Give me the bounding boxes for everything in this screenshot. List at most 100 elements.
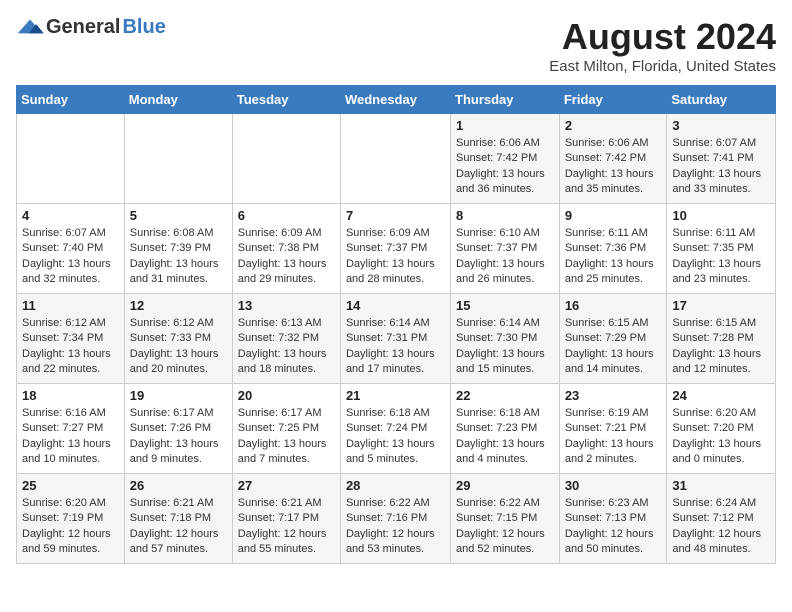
calendar-cell: 31Sunrise: 6:24 AMSunset: 7:12 PMDayligh…	[667, 474, 776, 564]
day-number: 25	[22, 478, 119, 493]
calendar-cell	[17, 114, 125, 204]
calendar-cell: 20 Sunrise: 6:17 AMSunset: 7:25 PMDayligh…	[232, 384, 340, 474]
day-number: 20	[238, 388, 335, 403]
day-info: Sunrise: 6:16 AMSunset: 7:27 PMDaylight:…	[22, 406, 119, 468]
day-number: 26	[130, 478, 227, 493]
day-info: Sunrise: 6:12 AMSunset: 7:34 PMDaylight:…	[22, 316, 119, 378]
day-info: Sunrise: 6:22 AMSunset: 7:15 PMDaylight:…	[456, 496, 554, 558]
logo-icon	[16, 18, 44, 38]
calendar-cell: 4 Sunrise: 6:07 AMSunset: 7:40 PMDaylight…	[17, 204, 125, 294]
day-info: Sunrise: 6:21 AMSunset: 7:18 PMDaylight:…	[130, 496, 227, 558]
day-info: Sunrise: 6:19 AMSunset: 7:21 PMDaylight:…	[565, 406, 662, 468]
day-number: 16	[565, 298, 662, 313]
calendar-cell: 29 Sunrise: 6:22 AMSunset: 7:15 PMDayligh…	[451, 474, 560, 564]
day-number: 14	[346, 298, 445, 313]
calendar-subtitle: East Milton, Florida, United States	[549, 58, 776, 75]
day-number: 23	[565, 388, 662, 403]
calendar-cell	[124, 114, 232, 204]
day-number: 11	[22, 298, 119, 313]
calendar-cell: 25 Sunrise: 6:20 AMSunset: 7:19 PMDayligh…	[17, 474, 125, 564]
day-number: 15	[456, 298, 554, 313]
calendar-cell: 26 Sunrise: 6:21 AMSunset: 7:18 PMDayligh…	[124, 474, 232, 564]
calendar-cell: 1Sunrise: 6:06 AMSunset: 7:42 PMDaylight…	[451, 114, 560, 204]
day-number: 7	[346, 208, 445, 223]
day-header-saturday: Saturday	[667, 86, 776, 114]
calendar-cell	[232, 114, 340, 204]
day-header-tuesday: Tuesday	[232, 86, 340, 114]
header: GeneralBlue August 2024 East Milton, Flo…	[16, 16, 776, 75]
calendar-cell: 15Sunrise: 6:14 AMSunset: 7:30 PMDayligh…	[451, 294, 560, 384]
day-info: Sunrise: 6:18 AMSunset: 7:23 PMDaylight:…	[456, 406, 554, 468]
logo-blue: Blue	[122, 16, 165, 39]
day-header-monday: Monday	[124, 86, 232, 114]
calendar-cell: 3 Sunrise: 6:07 AMSunset: 7:41 PMDaylight…	[667, 114, 776, 204]
calendar-cell: 6Sunrise: 6:09 AMSunset: 7:38 PMDaylight…	[232, 204, 340, 294]
day-number: 12	[130, 298, 227, 313]
calendar-cell: 22 Sunrise: 6:18 AMSunset: 7:23 PMDayligh…	[451, 384, 560, 474]
calendar-week-row: 18Sunrise: 6:16 AMSunset: 7:27 PMDayligh…	[17, 384, 776, 474]
day-info: Sunrise: 6:09 AMSunset: 7:37 PMDaylight:…	[346, 226, 445, 288]
day-info: Sunrise: 6:14 AMSunset: 7:31 PMDaylight:…	[346, 316, 445, 378]
calendar-table: SundayMondayTuesdayWednesdayThursdayFrid…	[16, 85, 776, 564]
calendar-week-row: 1 Sunrise: 6:06 AMSunset: 7:42 PMDaylight…	[17, 114, 776, 204]
day-info: Sunrise: 6:07 AMSunset: 7:41 PMDaylight:…	[672, 136, 770, 198]
day-number: 1	[456, 118, 554, 133]
day-info: Sunrise: 6:12 AMSunset: 7:33 PMDaylight:…	[130, 316, 227, 378]
calendar-cell: 12 Sunrise: 6:12 AMSunset: 7:33 PMDayligh…	[124, 294, 232, 384]
day-info: Sunrise: 6:21 AMSunset: 7:17 PMDaylight:…	[238, 496, 335, 558]
calendar-title: August 2024	[549, 16, 776, 58]
day-info: Sunrise: 6:24 AMSunset: 7:12 PMDaylight:…	[672, 496, 770, 558]
day-number: 3	[672, 118, 770, 133]
day-header-sunday: Sunday	[17, 86, 125, 114]
day-info: Sunrise: 6:20 AMSunset: 7:20 PMDaylight:…	[672, 406, 770, 468]
day-info: Sunrise: 6:08 AMSunset: 7:39 PMDaylight:…	[130, 226, 227, 288]
calendar-cell: 27 Sunrise: 6:21 AMSunset: 7:17 PMDayligh…	[232, 474, 340, 564]
calendar-cell	[340, 114, 450, 204]
calendar-cell: 19 Sunrise: 6:17 AMSunset: 7:26 PMDayligh…	[124, 384, 232, 474]
calendar-cell: 21 Sunrise: 6:18 AMSunset: 7:24 PMDayligh…	[340, 384, 450, 474]
day-header-wednesday: Wednesday	[340, 86, 450, 114]
day-number: 27	[238, 478, 335, 493]
day-number: 5	[130, 208, 227, 223]
day-number: 8	[456, 208, 554, 223]
day-info: Sunrise: 6:07 AMSunset: 7:40 PMDaylight:…	[22, 226, 119, 288]
calendar-header-row: SundayMondayTuesdayWednesdayThursdayFrid…	[17, 86, 776, 114]
calendar-cell: 7 Sunrise: 6:09 AMSunset: 7:37 PMDaylight…	[340, 204, 450, 294]
day-number: 29	[456, 478, 554, 493]
calendar-cell: 8 Sunrise: 6:10 AMSunset: 7:37 PMDaylight…	[451, 204, 560, 294]
calendar-cell: 11 Sunrise: 6:12 AMSunset: 7:34 PMDayligh…	[17, 294, 125, 384]
day-number: 19	[130, 388, 227, 403]
logo: GeneralBlue	[16, 16, 166, 39]
logo-general: General	[46, 16, 120, 39]
day-number: 17	[672, 298, 770, 313]
day-number: 28	[346, 478, 445, 493]
day-number: 4	[22, 208, 119, 223]
day-info: Sunrise: 6:11 AMSunset: 7:36 PMDaylight:…	[565, 226, 662, 288]
calendar-cell: 28Sunrise: 6:22 AMSunset: 7:16 PMDayligh…	[340, 474, 450, 564]
calendar-week-row: 25 Sunrise: 6:20 AMSunset: 7:19 PMDayligh…	[17, 474, 776, 564]
day-info: Sunrise: 6:06 AMSunset: 7:42 PMDaylight:…	[565, 136, 662, 198]
day-info: Sunrise: 6:20 AMSunset: 7:19 PMDaylight:…	[22, 496, 119, 558]
calendar-week-row: 11 Sunrise: 6:12 AMSunset: 7:34 PMDayligh…	[17, 294, 776, 384]
calendar-week-row: 4 Sunrise: 6:07 AMSunset: 7:40 PMDaylight…	[17, 204, 776, 294]
calendar-cell: 30Sunrise: 6:23 AMSunset: 7:13 PMDayligh…	[559, 474, 667, 564]
calendar-cell: 24Sunrise: 6:20 AMSunset: 7:20 PMDayligh…	[667, 384, 776, 474]
title-area: August 2024 East Milton, Florida, United…	[549, 16, 776, 75]
day-number: 22	[456, 388, 554, 403]
day-info: Sunrise: 6:09 AMSunset: 7:38 PMDaylight:…	[238, 226, 335, 288]
day-info: Sunrise: 6:11 AMSunset: 7:35 PMDaylight:…	[672, 226, 770, 288]
day-info: Sunrise: 6:17 AMSunset: 7:25 PMDaylight:…	[238, 406, 335, 468]
day-info: Sunrise: 6:18 AMSunset: 7:24 PMDaylight:…	[346, 406, 445, 468]
calendar-cell: 10Sunrise: 6:11 AMSunset: 7:35 PMDayligh…	[667, 204, 776, 294]
day-number: 21	[346, 388, 445, 403]
day-info: Sunrise: 6:15 AMSunset: 7:29 PMDaylight:…	[565, 316, 662, 378]
calendar-body: 1 Sunrise: 6:06 AMSunset: 7:42 PMDaylight…	[17, 114, 776, 564]
calendar-cell: 17Sunrise: 6:15 AMSunset: 7:28 PMDayligh…	[667, 294, 776, 384]
calendar-cell: 2Sunrise: 6:06 AMSunset: 7:42 PMDaylight…	[559, 114, 667, 204]
day-info: Sunrise: 6:17 AMSunset: 7:26 PMDaylight:…	[130, 406, 227, 468]
day-header-thursday: Thursday	[451, 86, 560, 114]
calendar-cell: 23 Sunrise: 6:19 AMSunset: 7:21 PMDayligh…	[559, 384, 667, 474]
day-info: Sunrise: 6:23 AMSunset: 7:13 PMDaylight:…	[565, 496, 662, 558]
calendar-cell: 13Sunrise: 6:13 AMSunset: 7:32 PMDayligh…	[232, 294, 340, 384]
day-info: Sunrise: 6:10 AMSunset: 7:37 PMDaylight:…	[456, 226, 554, 288]
